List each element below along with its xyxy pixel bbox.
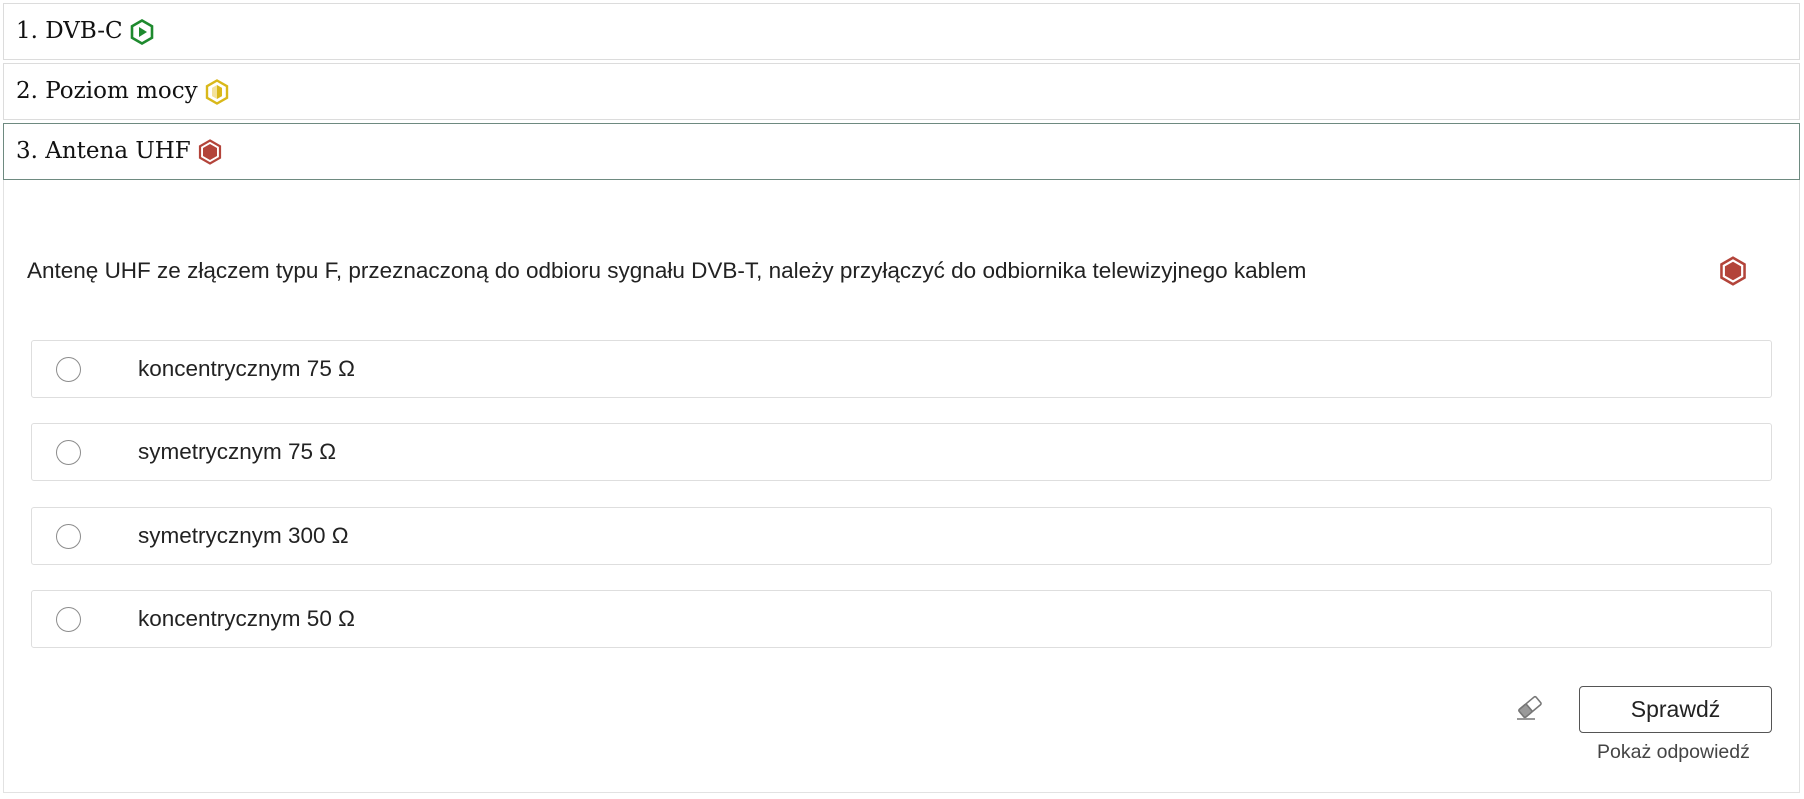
hexagon-play-icon: [129, 18, 155, 46]
section-header-antena-uhf[interactable]: 3. Antena UHF: [3, 123, 1800, 180]
eraser-icon[interactable]: [1513, 693, 1547, 723]
radio-button[interactable]: [56, 606, 81, 632]
answer-label: symetrycznym 75 Ω: [138, 439, 337, 464]
question-text: Antenę UHF ze złączem typu F, przeznaczo…: [27, 258, 1307, 283]
answer-label: koncentrycznym 50 Ω: [138, 606, 355, 631]
section-title: 1. DVB-C: [16, 18, 123, 44]
quiz-accordion: 1. DVB-C 2. Poziom mocy 3. Antena UHF: [3, 3, 1800, 793]
answer-option[interactable]: symetrycznym 300 Ω: [31, 507, 1772, 565]
hexagon-half-icon: [204, 78, 230, 106]
check-button[interactable]: Sprawdź: [1579, 686, 1772, 733]
answer-option[interactable]: symetrycznym 75 Ω: [31, 423, 1772, 481]
answer-label: symetrycznym 300 Ω: [138, 523, 349, 548]
section-header-poziom-mocy[interactable]: 2. Poziom mocy: [3, 63, 1800, 120]
answer-label: koncentrycznym 75 Ω: [138, 356, 355, 381]
show-answer-link[interactable]: Pokaż odpowiedź: [1597, 741, 1750, 764]
section-title: 2. Poziom mocy: [16, 78, 198, 104]
section-header-dvb-c[interactable]: 1. DVB-C: [3, 3, 1800, 60]
radio-button[interactable]: [56, 523, 81, 549]
answer-option[interactable]: koncentrycznym 50 Ω: [31, 590, 1772, 648]
radio-button[interactable]: [56, 439, 81, 465]
hexagon-filled-icon: [197, 138, 223, 166]
radio-button[interactable]: [56, 356, 81, 382]
hexagon-filled-icon: [1719, 256, 1747, 286]
answer-option[interactable]: koncentrycznym 75 Ω: [31, 340, 1772, 398]
section-title: 3. Antena UHF: [16, 138, 191, 164]
